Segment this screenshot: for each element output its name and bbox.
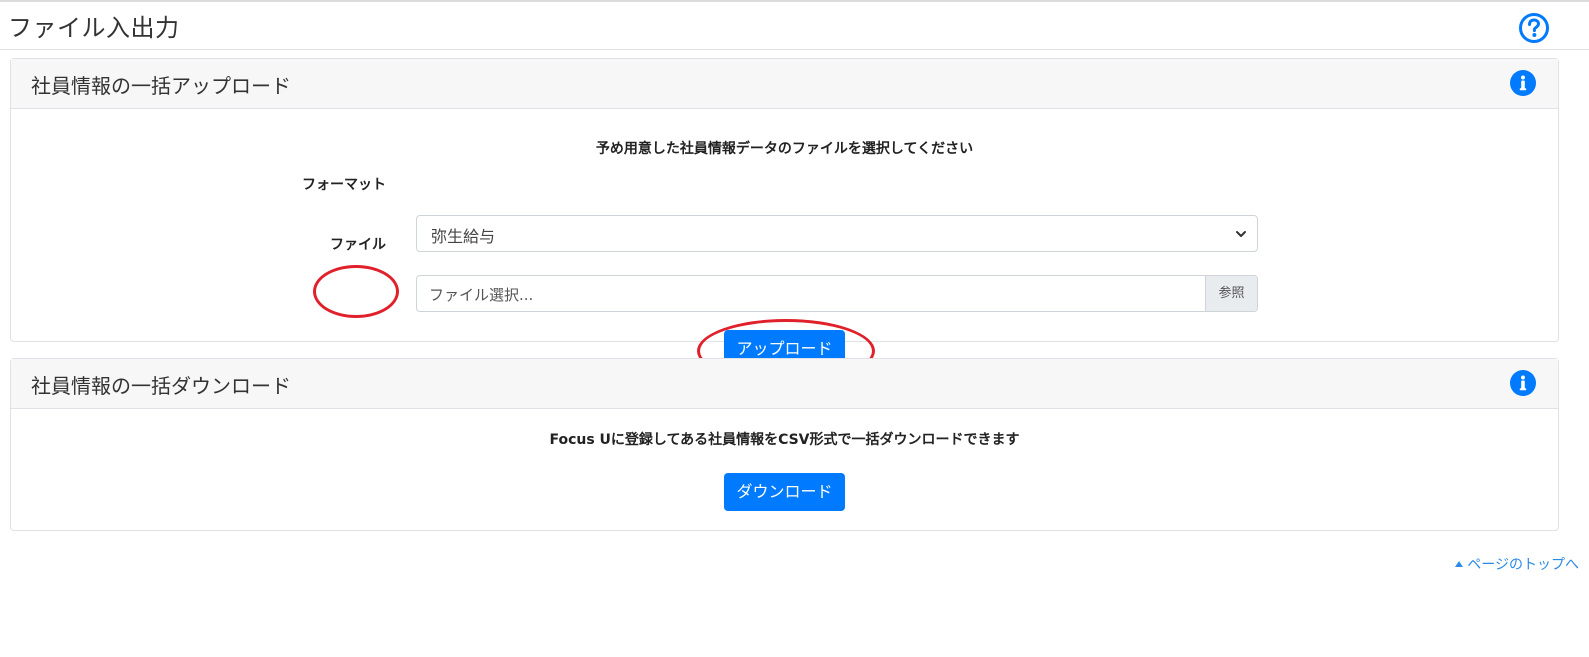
back-to-top-link[interactable]: ページのトップへ [1455,554,1579,574]
format-label: フォーマット [302,177,386,193]
file-label-highlight [313,265,399,318]
page-title: ファイル入出力 [8,14,180,42]
download-button[interactable]: ダウンロード [724,473,845,511]
info-circle-icon[interactable] [1510,70,1536,96]
upload-card-title: 社員情報の一括アップロード [31,74,291,98]
upload-card-header: 社員情報の一括アップロード [11,59,1558,109]
upload-card: 社員情報の一括アップロード 予め用意した社員情報データのファイルを選択してくださ… [10,58,1559,383]
download-instruction: Focus Uに登録してある社員情報をCSV形式で一括ダウンロードできます [549,432,1020,448]
download-card-title: 社員情報の一括ダウンロード [31,374,291,398]
back-to-top-label: ページのトップへ [1467,557,1579,573]
chevron-down-icon [1236,231,1246,237]
file-input-placeholder: ファイル選択... [429,286,534,304]
question-circle-icon[interactable] [1518,12,1550,44]
download-card-body: Focus Uに登録してある社員情報をCSV形式で一括ダウンロードできます ダウ… [11,409,1558,530]
page-header: ファイル入出力 [0,0,1589,50]
info-circle-icon[interactable] [1510,370,1536,396]
download-card-header: 社員情報の一括ダウンロード [11,359,1558,409]
caret-up-icon [1455,561,1464,567]
file-label: ファイル [330,237,386,253]
upload-instruction: 予め用意した社員情報データのファイルを選択してください [595,141,974,157]
page: ファイル入出力 社員情報の一括アップロード 予め用意した社員情報データのファイル… [0,0,1589,657]
format-select-value: 弥生給与 [431,227,496,246]
upload-card-body: 予め用意した社員情報データのファイルを選択してください フォーマット 弥生給与 … [11,109,1558,383]
format-select[interactable]: 弥生給与 [416,215,1258,252]
file-input[interactable]: ファイル選択... 参照 [416,275,1258,312]
download-card: 社員情報の一括ダウンロード Focus Uに登録してある社員情報をCSV形式で一… [10,358,1559,531]
browse-button[interactable]: 参照 [1205,276,1257,311]
